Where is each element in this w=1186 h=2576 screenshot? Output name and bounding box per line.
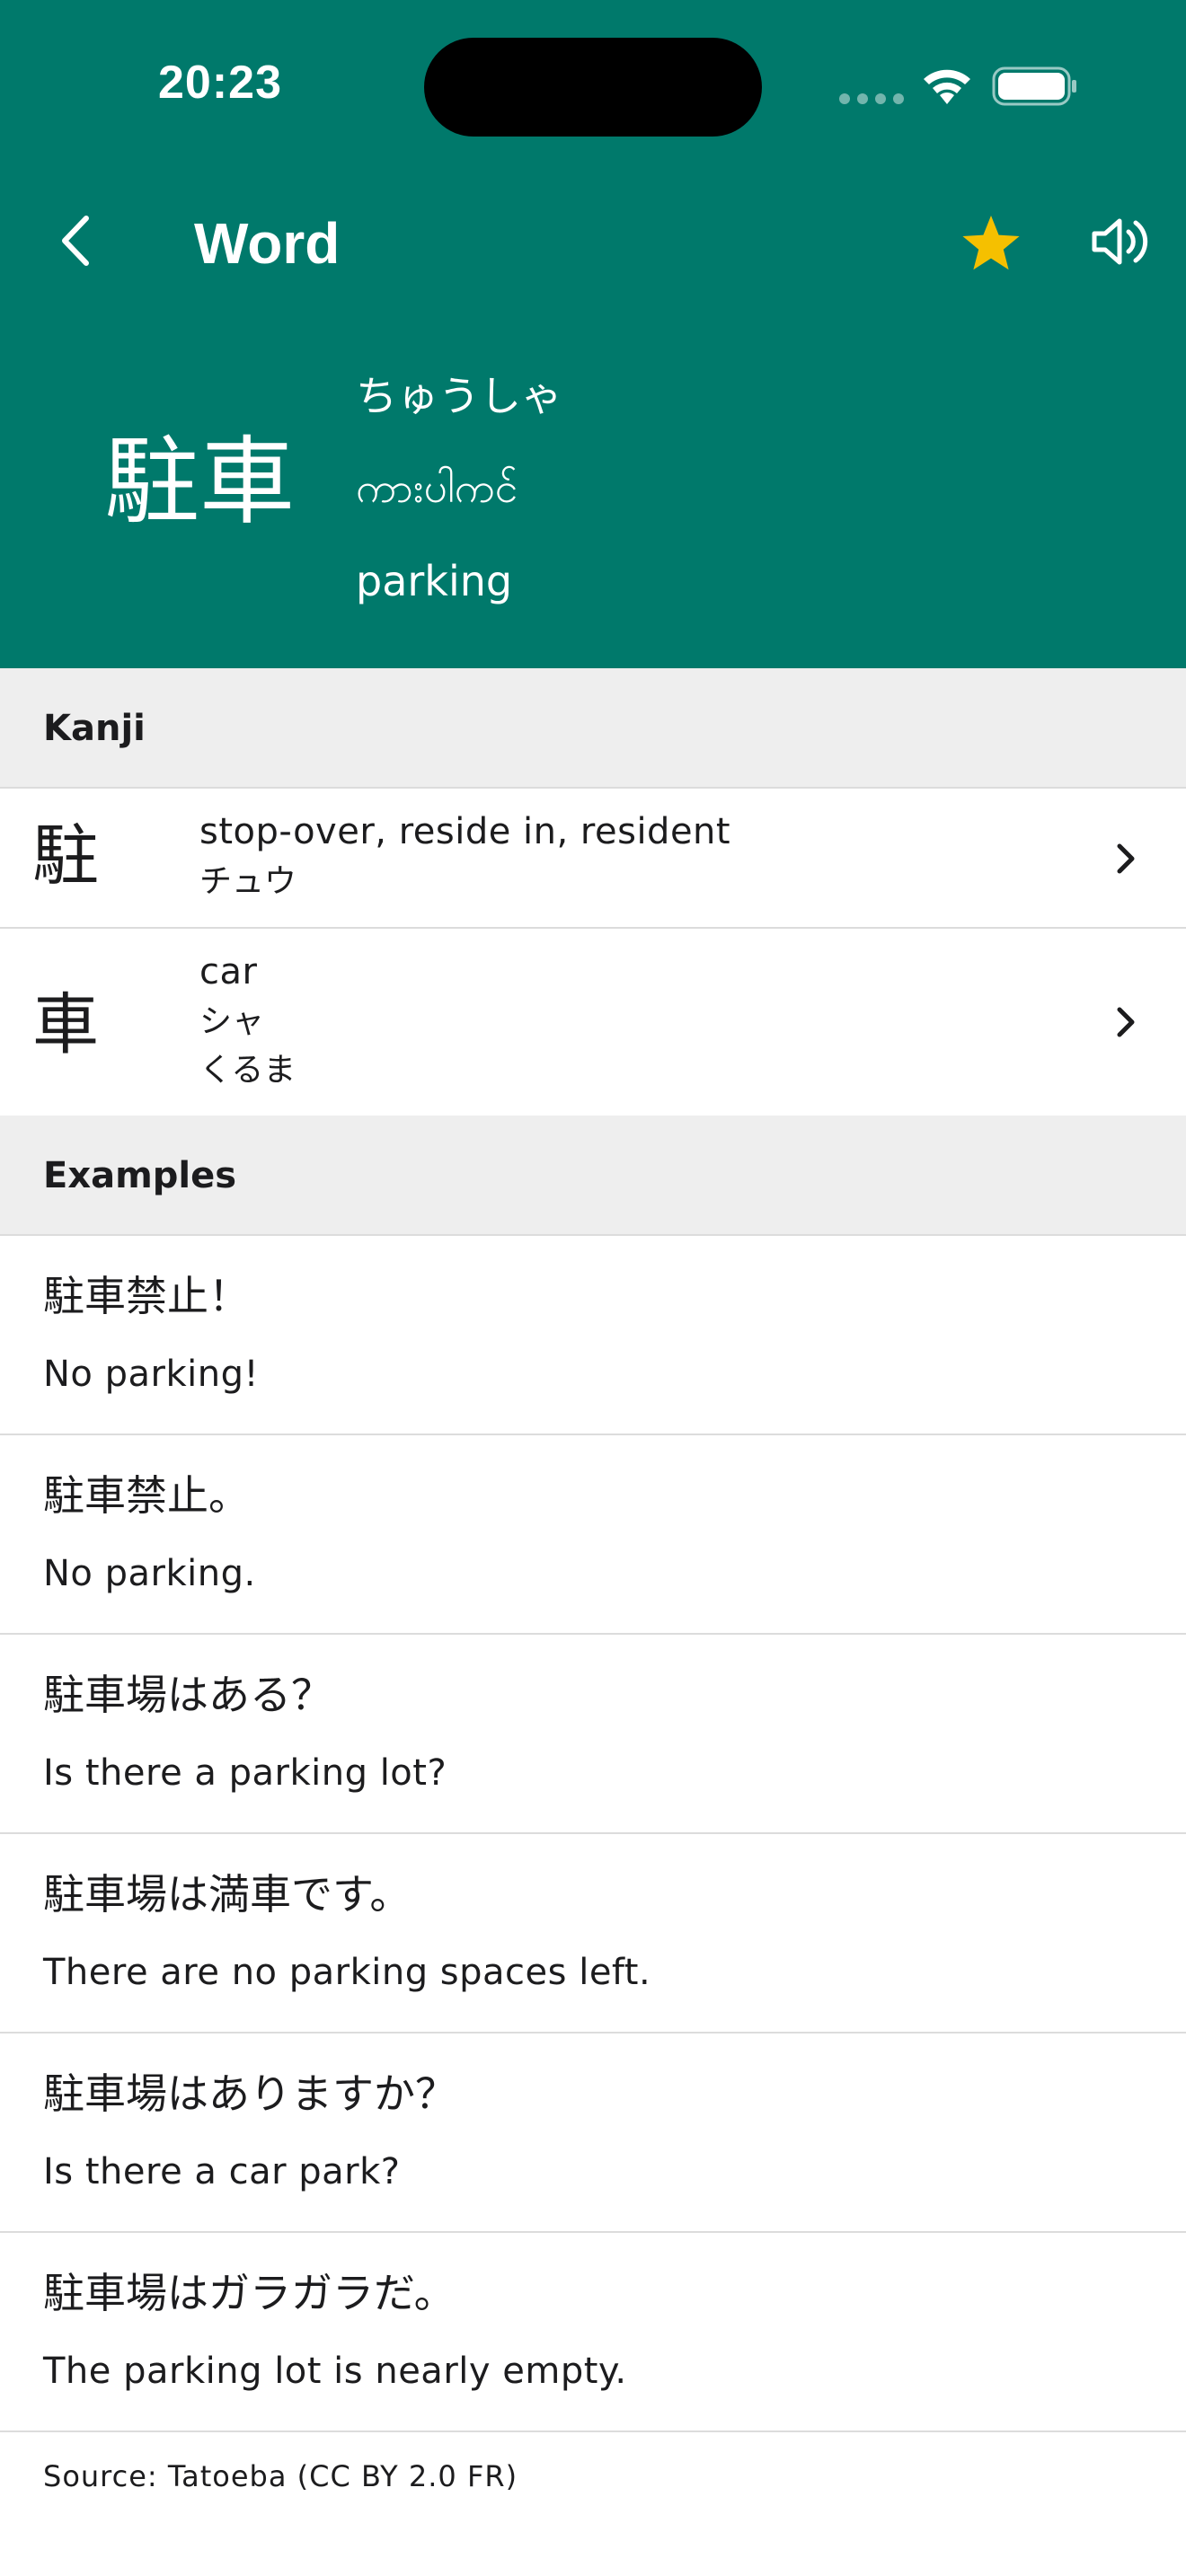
kanji-section-title: Kanji xyxy=(43,708,146,749)
chevron-right-icon xyxy=(1117,843,1135,874)
source-attribution: Source: Tatoeba (CC BY 2.0 FR) xyxy=(43,2459,518,2493)
chevron-left-icon xyxy=(62,216,89,266)
chevron-right-icon xyxy=(1117,1007,1135,1037)
kanji-reading: チュウ xyxy=(199,863,297,900)
word-burmese-translation: ကားပါကင် xyxy=(356,463,518,512)
kanji-row-1[interactable]: 駐 stop-over, reside in, resident チュウ xyxy=(0,789,1186,929)
wifi-icon xyxy=(924,69,970,104)
back-button[interactable] xyxy=(50,208,101,273)
example-japanese: 駐車禁止。 xyxy=(43,1471,250,1520)
word-header: 20:23 Word 駐車 ちゅうしゃ ကားပါကင် parking xyxy=(0,0,1186,668)
kanji-char: 車 xyxy=(32,986,99,1063)
examples-section-header: Examples xyxy=(0,1116,1186,1236)
example-english: Is there a parking lot? xyxy=(43,1752,447,1794)
example-item: 駐車場は満車です。 There are no parking spaces le… xyxy=(0,1834,1186,2033)
kanji-reading-kun: くるま xyxy=(199,1052,296,1089)
example-japanese: 駐車禁止！ xyxy=(43,1272,250,1320)
kanji-section-header: Kanji xyxy=(0,668,1186,789)
star-icon[interactable] xyxy=(958,212,1024,273)
example-english: Is there a car park? xyxy=(43,2151,401,2192)
example-english: There are no parking spaces left. xyxy=(43,1952,651,1993)
example-item: 駐車禁止！ No parking! xyxy=(0,1236,1186,1435)
examples-section-title: Examples xyxy=(43,1155,237,1196)
word-kanji: 駐車 xyxy=(104,427,295,537)
status-time: 20:23 xyxy=(158,57,282,109)
example-item: 駐車場はある？ Is there a parking lot? xyxy=(0,1635,1186,1834)
example-japanese: 駐車場はある？ xyxy=(43,1671,332,1719)
kanji-reading-on: シャ xyxy=(199,1003,265,1040)
cellular-signal-icon xyxy=(839,93,904,104)
example-english: No parking! xyxy=(43,1354,260,1395)
example-english: No parking. xyxy=(43,1553,256,1594)
battery-icon xyxy=(992,66,1076,106)
example-japanese: 駐車場は満車です。 xyxy=(43,1870,412,1919)
word-reading: ちゅうしゃ xyxy=(356,372,562,420)
example-item: 駐車場はガラガラだ。 The parking lot is nearly emp… xyxy=(0,2233,1186,2432)
page-title: Word xyxy=(194,211,341,276)
speaker-icon[interactable] xyxy=(1089,214,1155,269)
kanji-char: 駐 xyxy=(32,817,99,895)
word-english-meaning: parking xyxy=(356,557,513,605)
example-japanese: 駐車場はありますか？ xyxy=(43,2069,456,2118)
example-item: 駐車場はありますか？ Is there a car park? xyxy=(0,2033,1186,2233)
kanji-row-2[interactable]: 車 car シャ くるま xyxy=(0,929,1186,1117)
example-japanese: 駐車場はガラガラだ。 xyxy=(43,2269,456,2317)
kanji-meaning: stop-over, reside in, resident xyxy=(199,811,731,852)
dynamic-island xyxy=(424,38,762,137)
kanji-meaning: car xyxy=(199,951,258,992)
example-item: 駐車禁止。 No parking. xyxy=(0,1435,1186,1635)
example-english: The parking lot is nearly empty. xyxy=(43,2351,627,2392)
